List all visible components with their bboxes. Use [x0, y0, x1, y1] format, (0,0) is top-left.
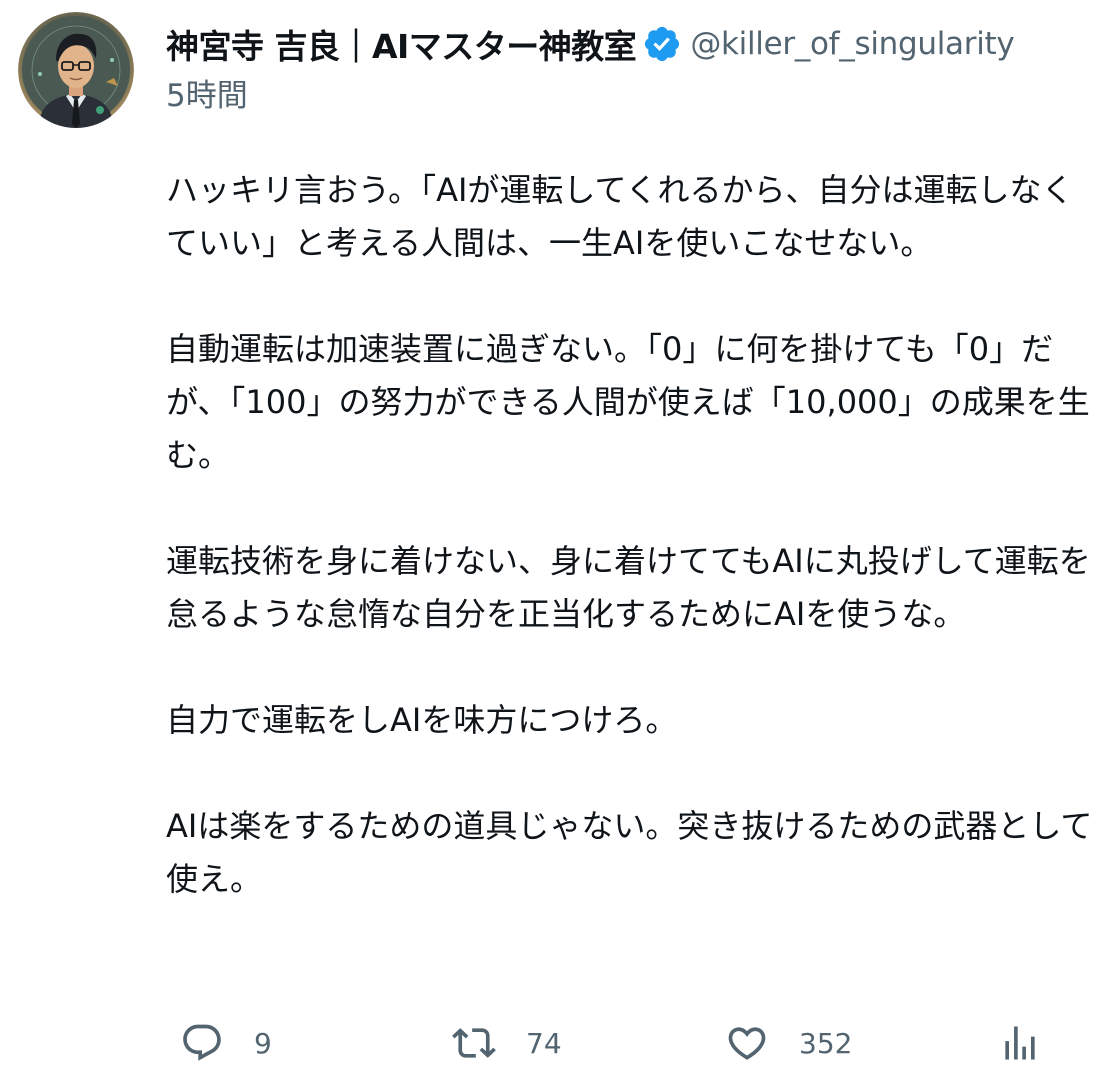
- like-count: 352: [799, 1026, 853, 1060]
- author-avatar[interactable]: [18, 12, 134, 128]
- tweet-paragraph: 自力で運転をしAIを味方につけろ。: [166, 701, 678, 739]
- tweet-paragraph: 運転技術を身に着けない、身に着けててもAIに丸投げして運転を怠るような怠惰な自分…: [166, 542, 1091, 633]
- analytics-button[interactable]: [998, 1018, 1042, 1068]
- retweet-button[interactable]: 74: [452, 1018, 562, 1068]
- author-display-name[interactable]: 神宮寺 吉良｜AIマスター神教室: [166, 20, 637, 68]
- reply-icon: [180, 1021, 224, 1065]
- tweet-timestamp[interactable]: 5時間: [166, 70, 1106, 115]
- like-button[interactable]: 352: [725, 1018, 852, 1068]
- reply-count: 9: [254, 1026, 272, 1060]
- heart-icon: [725, 1021, 769, 1065]
- retweet-icon: [452, 1021, 496, 1065]
- tweet-paragraph: ハッキリ言おう。「AIが運転してくれるから、自分は運転しなくていい」と考える人間…: [166, 171, 1074, 262]
- avatar-image: [18, 12, 134, 128]
- tweet-paragraph: 自動運転は加速装置に過ぎない。「0」に何を掛けても「0」だが、「100」の努力が…: [166, 330, 1090, 474]
- reply-button[interactable]: 9: [180, 1018, 272, 1068]
- tweet-action-bar: 9 74 352: [0, 1018, 1120, 1068]
- verified-badge-icon: [642, 24, 682, 64]
- author-name-row: 神宮寺 吉良｜AIマスター神教室 @killer_of_singularity: [166, 18, 1106, 70]
- author-handle[interactable]: @killer_of_singularity: [690, 26, 1014, 62]
- tweet-header: 神宮寺 吉良｜AIマスター神教室 @killer_of_singularity …: [166, 18, 1106, 118]
- tweet-text: ハッキリ言おう。「AIが運転してくれるから、自分は運転しなくていい」と考える人間…: [166, 164, 1096, 906]
- retweet-count: 74: [526, 1026, 562, 1060]
- tweet-paragraph: AIは楽をするための道具じゃない。突き抜けるための武器として使え。: [166, 807, 1093, 898]
- analytics-icon: [998, 1021, 1042, 1065]
- tweet: 神宮寺 吉良｜AIマスター神教室 @killer_of_singularity …: [0, 0, 1120, 1087]
